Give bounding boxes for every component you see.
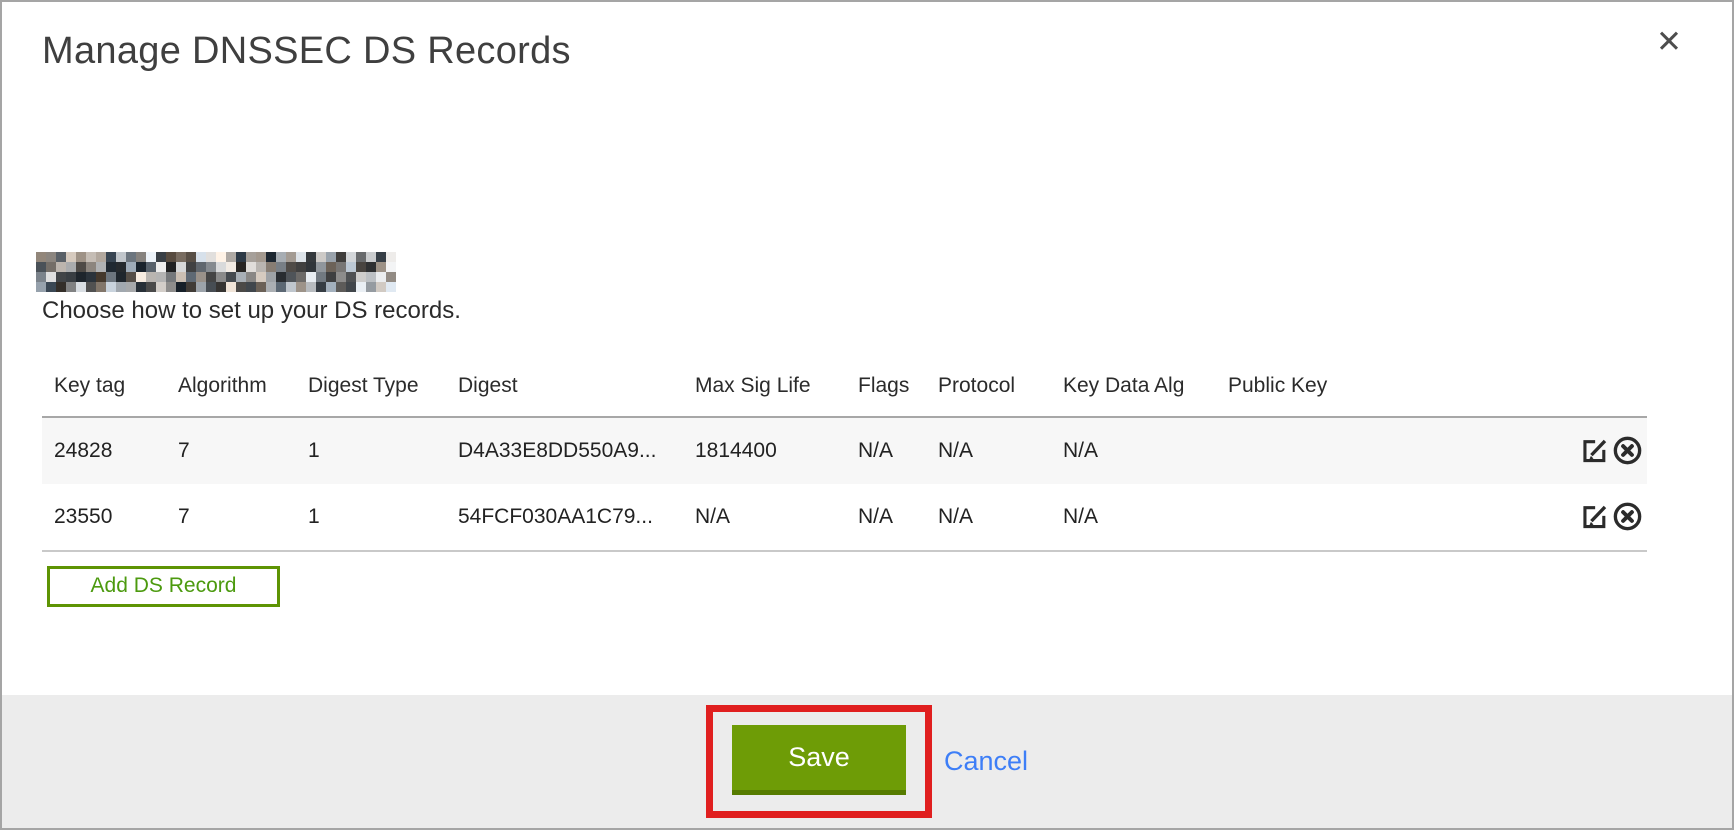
edit-icon [1579, 454, 1610, 469]
edit-record-button[interactable] [1579, 501, 1610, 532]
column-header-public-key: Public Key [1216, 326, 1561, 417]
annotation-highlight-box: Save [706, 705, 932, 818]
footer-bar: Save Cancel [2, 695, 1732, 828]
table-header-row: Key tag Algorithm Digest Type Digest Max… [42, 326, 1647, 417]
cell-key-tag: 23550 [42, 484, 166, 551]
column-header-key-tag: Key tag [42, 326, 166, 417]
save-button[interactable]: Save [732, 725, 906, 795]
cell-flags: N/A [846, 417, 926, 484]
cell-digest-type: 1 [296, 484, 446, 551]
manage-dnssec-ds-records-dialog: Manage DNSSEC DS Records ✕ Choose how to… [0, 0, 1734, 830]
delete-record-button[interactable] [1612, 435, 1643, 466]
close-button[interactable]: ✕ [1656, 26, 1682, 57]
table-row: 23550 7 1 54FCF030AA1C79... N/A N/A N/A … [42, 484, 1647, 551]
column-header-digest-type: Digest Type [296, 326, 446, 417]
add-ds-record-label: Add DS Record [91, 574, 237, 598]
intro-text: Choose how to set up your DS records. [42, 296, 1692, 326]
cancel-link[interactable]: Cancel [944, 746, 1028, 777]
cell-key-data-alg: N/A [1051, 417, 1216, 484]
delete-icon [1612, 520, 1643, 535]
close-icon: ✕ [1656, 24, 1682, 59]
cell-actions [1561, 417, 1647, 484]
redacted-domain [36, 252, 396, 292]
cell-algorithm: 7 [166, 417, 296, 484]
cell-max-sig-life: 1814400 [683, 417, 846, 484]
cell-protocol: N/A [926, 484, 1051, 551]
cell-digest-type: 1 [296, 417, 446, 484]
cell-max-sig-life: N/A [683, 484, 846, 551]
cell-protocol: N/A [926, 417, 1051, 484]
column-header-key-data-alg: Key Data Alg [1051, 326, 1216, 417]
cell-digest: 54FCF030AA1C79... [446, 484, 683, 551]
page-title: Manage DNSSEC DS Records [2, 2, 1732, 74]
cell-algorithm: 7 [166, 484, 296, 551]
cell-public-key [1216, 484, 1561, 551]
column-header-flags: Flags [846, 326, 926, 417]
dialog-content: Choose how to set up your DS records. Ke… [2, 252, 1732, 607]
column-header-protocol: Protocol [926, 326, 1051, 417]
edit-record-button[interactable] [1579, 435, 1610, 466]
delete-icon [1612, 454, 1643, 469]
cell-digest: D4A33E8DD550A9... [446, 417, 683, 484]
edit-icon [1579, 520, 1610, 535]
cell-key-tag: 24828 [42, 417, 166, 484]
add-ds-record-button[interactable]: Add DS Record [47, 566, 280, 607]
column-header-max-sig-life: Max Sig Life [683, 326, 846, 417]
ds-records-table: Key tag Algorithm Digest Type Digest Max… [42, 326, 1647, 552]
cell-key-data-alg: N/A [1051, 484, 1216, 551]
column-header-digest: Digest [446, 326, 683, 417]
column-header-actions [1561, 326, 1647, 417]
table-row: 24828 7 1 D4A33E8DD550A9... 1814400 N/A … [42, 417, 1647, 484]
cell-public-key [1216, 417, 1561, 484]
delete-record-button[interactable] [1612, 501, 1643, 532]
column-header-algorithm: Algorithm [166, 326, 296, 417]
cell-actions [1561, 484, 1647, 551]
cell-flags: N/A [846, 484, 926, 551]
